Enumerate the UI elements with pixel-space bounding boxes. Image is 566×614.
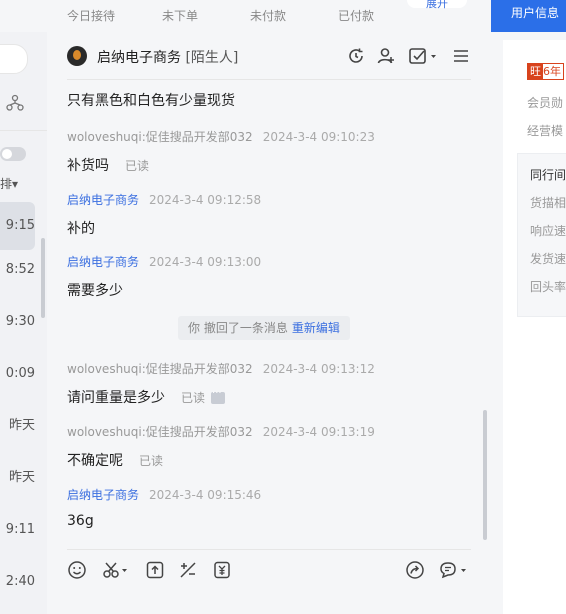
member-years-badge: 旺 6年 — [527, 63, 564, 80]
contact-row[interactable]: 9:30 — [0, 298, 35, 346]
message: 只有黑色和白色有少量现货 — [67, 90, 235, 110]
message: 启纳电子商务 2024-3-4 09:13:00 需要多少 — [67, 253, 261, 300]
message: 启纳电子商务 2024-3-4 09:15:46 36g — [67, 486, 261, 529]
wang-icon: 旺 — [528, 64, 543, 79]
coupon-icon[interactable] — [212, 560, 232, 580]
sender-name: 启纳电子商务 — [67, 255, 140, 269]
message-time: 2024-3-4 09:15:46 — [149, 488, 262, 502]
chat-header: 启纳电子商务 [陌生人] — [67, 32, 471, 80]
recall-notice: 你 撤回了一条消息 重新编辑 — [178, 316, 350, 340]
sender-name: 启纳电子商务 — [67, 193, 140, 207]
card-item: 回头率 — [530, 280, 566, 294]
chat-settings-icon[interactable] — [438, 560, 468, 580]
message-text: 36g — [67, 513, 94, 529]
message-time: 2024-3-4 09:13:19 — [262, 425, 375, 439]
transfer-icon[interactable] — [405, 560, 425, 580]
card-title: 同行间 — [530, 168, 566, 182]
read-receipt: 已读 — [181, 391, 206, 405]
years-text: 6年 — [543, 65, 561, 78]
sender-name: woloveshuqi:促佳搜品开发部032 — [67, 362, 253, 376]
message-text: 需要多少 — [67, 283, 123, 299]
tab-user-info[interactable]: 用户信息 — [491, 0, 566, 32]
user-info-panel: 旺 6年 会员勋 经营模 同行间 货描相 响应速 发货速 回头率 — [503, 40, 566, 614]
upload-file-icon[interactable] — [145, 560, 165, 580]
contact-row[interactable]: 昨天 — [0, 402, 35, 450]
message: 启纳电子商务 2024-3-4 09:12:58 补的 — [67, 191, 261, 238]
contact-row[interactable]: 0:09 — [0, 350, 35, 398]
emoji-icon[interactable] — [67, 560, 87, 580]
avatar[interactable] — [67, 46, 87, 66]
message-time: 2024-3-4 09:13:00 — [149, 255, 262, 269]
divider — [0, 130, 47, 131]
contact-list: 排▾ 9:15 8:52 9:30 0:09 昨天 昨天 9:11 2:40 — [0, 32, 47, 614]
message: woloveshuqi:促佳搜品开发部032 2024-3-4 09:13:19 … — [67, 423, 375, 470]
message-text: 不确定呢 — [67, 453, 123, 469]
message-text: 补货吗 — [67, 158, 109, 174]
message-text: 只有黑色和白色有少量现货 — [67, 93, 235, 109]
history-icon[interactable] — [346, 46, 366, 66]
message-text: 请问重量是多少 — [67, 390, 165, 406]
contact-name: 启纳电子商务 — [97, 50, 181, 66]
more-icon[interactable] — [211, 388, 226, 404]
chat-title: 启纳电子商务 [陌生人] — [97, 47, 238, 67]
contact-row[interactable]: 8:52 — [0, 246, 35, 294]
chat-panel: 启纳电子商务 [陌生人] 只有黑色和白色有少量现货 woloveshuqi:促佳… — [47, 32, 491, 614]
quick-phrase-icon[interactable] — [178, 560, 198, 580]
screenshot-icon[interactable] — [102, 560, 130, 580]
message: woloveshuqi:促佳搜品开发部032 2024-3-4 09:13:12 … — [67, 360, 375, 407]
expand-label: 展开 — [426, 0, 448, 10]
sender-name: 启纳电子商务 — [67, 488, 140, 502]
contact-row[interactable]: 2:40 — [0, 558, 35, 606]
sort-dropdown[interactable]: 排▾ — [0, 175, 18, 192]
input-toolbar-divider — [67, 549, 471, 550]
tab-paid[interactable]: 已付款 — [338, 7, 374, 24]
sender-name: woloveshuqi:促佳搜品开发部032 — [67, 130, 253, 144]
tab-unpaid[interactable]: 未付款 — [250, 7, 286, 24]
chat-scrollbar[interactable] — [483, 410, 487, 540]
filter-toggle[interactable] — [0, 147, 26, 161]
stranger-tag: [陌生人] — [185, 50, 239, 66]
contact-row[interactable]: 9:15 — [0, 202, 35, 250]
sender-name: woloveshuqi:促佳搜品开发部032 — [67, 425, 253, 439]
tab-today-received[interactable]: 今日接待 — [67, 7, 115, 24]
card-item: 货描相 — [530, 196, 566, 210]
menu-icon[interactable] — [451, 46, 471, 66]
contact-row[interactable]: 昨天 — [0, 454, 35, 502]
contact-row[interactable]: 9:11 — [0, 506, 35, 554]
task-dropdown-icon[interactable] — [408, 46, 438, 66]
message-time: 2024-3-4 09:12:58 — [149, 193, 262, 207]
message-time: 2024-3-4 09:13:12 — [262, 362, 375, 376]
message-time: 2024-3-4 09:10:23 — [262, 130, 375, 144]
message: woloveshuqi:促佳搜品开发部032 2024-3-4 09:10:23 … — [67, 128, 375, 175]
card-item: 响应速 — [530, 224, 566, 238]
info-label: 经营模 — [527, 124, 564, 138]
message-list: 只有黑色和白色有少量现货 woloveshuqi:促佳搜品开发部032 2024-… — [67, 80, 477, 550]
tab-not-ordered[interactable]: 未下单 — [162, 7, 198, 24]
top-status-bar: 今日接待 未下单 未付款 已付款 展开 — [0, 0, 566, 32]
read-receipt: 已读 — [139, 454, 164, 468]
contact-search-input[interactable] — [0, 44, 28, 74]
peer-comparison-card: 同行间 货描相 响应速 发货速 回头率 — [517, 153, 566, 317]
read-receipt: 已读 — [125, 159, 150, 173]
add-friend-icon[interactable] — [376, 46, 396, 66]
expand-button[interactable]: 展开 — [407, 0, 467, 10]
recall-text: 你 撤回了一条消息 — [188, 321, 288, 335]
card-item: 发货速 — [530, 252, 566, 266]
contact-list-scrollbar[interactable] — [41, 238, 45, 318]
message-text: 补的 — [67, 221, 95, 237]
org-tree-icon[interactable] — [6, 94, 24, 112]
re-edit-link[interactable]: 重新编辑 — [292, 321, 340, 335]
info-label: 会员勋 — [527, 96, 564, 110]
